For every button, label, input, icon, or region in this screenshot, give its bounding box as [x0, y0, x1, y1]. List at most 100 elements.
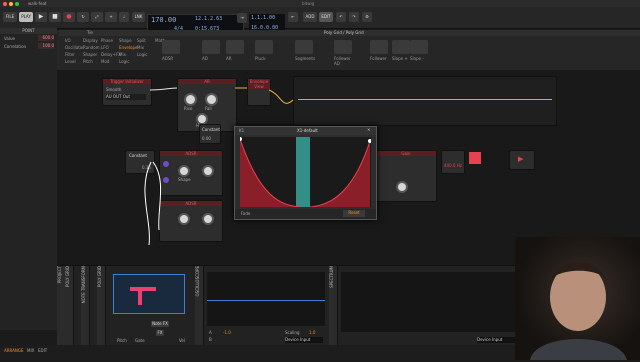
category-mix[interactable]: Mix	[119, 52, 126, 57]
stop-icon[interactable]: ■	[49, 12, 61, 22]
spectrum-display[interactable]	[341, 272, 517, 332]
category-level[interactable]: Level	[65, 59, 76, 64]
overdub-icon[interactable]: +	[105, 12, 117, 22]
minimize-window-icon[interactable]	[9, 1, 13, 6]
note-fx-button[interactable]: Note FX	[151, 321, 169, 327]
category-envelope[interactable]: Envelope	[119, 45, 137, 50]
note-transform-display[interactable]	[113, 274, 185, 314]
main-toolbar: FILE PLAY ▶ ■ ● ↻ ⤢ + ♩ LNK 170.00 4/4 1…	[0, 7, 640, 35]
play-icon[interactable]: ▶	[35, 12, 47, 22]
device-icon	[295, 40, 313, 54]
device-label: AD	[202, 56, 208, 61]
title-bar: walk-feat bitwig	[0, 0, 640, 7]
settings-icon[interactable]: ⚙	[362, 12, 372, 22]
device-follower[interactable]: Follower	[370, 40, 388, 61]
category-display[interactable]: Display	[83, 38, 98, 43]
device-ad[interactable]: AD	[202, 40, 220, 61]
reset-button[interactable]: Reset	[343, 210, 365, 217]
add-button[interactable]: ADD	[303, 12, 317, 22]
device-icon	[255, 40, 273, 54]
envelope-editor-popup[interactable]: K1 X1-default × Fade Reset	[234, 126, 377, 220]
arrange-view-button[interactable]: ARRANGE	[4, 348, 24, 353]
inspector-row-label: Value	[4, 36, 15, 41]
scale-a-value[interactable]: -1.0	[223, 330, 231, 335]
file-button[interactable]: FILE	[3, 12, 17, 22]
close-window-icon[interactable]	[3, 1, 7, 6]
category-delay-fx[interactable]: Delay+FX	[101, 52, 121, 57]
device-pluck[interactable]: Pluck	[255, 40, 273, 61]
record-icon[interactable]: ●	[63, 12, 75, 22]
category-lfo[interactable]: LFO	[101, 45, 109, 50]
category-split[interactable]: Split	[137, 38, 146, 43]
device-ar[interactable]: AR	[226, 40, 244, 61]
category-logic[interactable]: Logic	[119, 59, 129, 64]
spectrum-tab[interactable]: SPECTRUM	[329, 266, 338, 346]
device-adsr[interactable]: ADSR	[162, 40, 180, 61]
inspector-value-field[interactable]: 600.0	[38, 35, 54, 41]
category-random[interactable]: Random	[83, 45, 100, 50]
category-filter[interactable]: Filter	[65, 52, 75, 57]
loop-icon[interactable]: ↻	[77, 12, 89, 22]
cable	[152, 161, 162, 231]
device-icon	[392, 40, 410, 54]
category-shaper[interactable]: Shaper	[83, 52, 97, 57]
zoom-window-icon[interactable]	[15, 1, 19, 6]
project-tab-label: PROJECT	[57, 266, 62, 284]
edit-view-button[interactable]: EDIT	[38, 348, 47, 353]
poly-grid-tab-2[interactable]: POLY GRID	[97, 266, 106, 346]
device-label: Segments	[295, 56, 316, 61]
category-shape[interactable]: Shape	[119, 38, 132, 43]
punch-out-icon[interactable]: ⇤	[288, 12, 298, 22]
channel-a-label: A	[209, 330, 212, 335]
category-mix[interactable]: Mix	[137, 45, 144, 50]
hold-region[interactable]	[296, 137, 310, 207]
browser-tabbar: Tie Poly Grid / Poly Grid	[59, 30, 640, 36]
device-label: AR	[226, 56, 232, 61]
device-slope-[interactable]: Slope -	[410, 40, 428, 61]
device-follower-ad[interactable]: Follower AD	[334, 40, 352, 66]
window-title: walk-feat	[28, 1, 47, 6]
tempo-value[interactable]: 170.00	[151, 16, 176, 24]
popup-mode[interactable]: Fade	[241, 211, 250, 216]
oscilloscope-tab-label: OSCILLOSCOPE	[195, 266, 200, 297]
poly-grid-tab[interactable]: POLY GRID	[65, 266, 74, 346]
undo-icon[interactable]: ↶	[336, 12, 346, 22]
device-icon	[162, 40, 180, 54]
device-slope-[interactable]: Slope +	[392, 40, 410, 61]
category-logic[interactable]: Logic	[137, 52, 147, 57]
inspector-row-label: Correlation	[4, 44, 27, 49]
redo-icon[interactable]: ↷	[349, 12, 359, 22]
category-i-o[interactable]: I/O	[65, 38, 71, 43]
spectrum-input-select[interactable]: Device Input	[477, 337, 515, 343]
position-bars: 12.1.2.63	[195, 16, 223, 22]
metronome-icon[interactable]: ♩	[119, 12, 129, 22]
category-oscillator[interactable]: Oscillator	[65, 45, 84, 50]
tab-poly-grid[interactable]: Poly Grid / Poly Grid	[324, 30, 364, 35]
fx-button[interactable]: FX	[156, 330, 164, 336]
oscilloscope-display[interactable]	[207, 272, 325, 326]
category-mod[interactable]: Mod	[101, 59, 109, 64]
category-pitch[interactable]: Pitch	[83, 59, 93, 64]
play-mode-button[interactable]: PLAY	[19, 12, 33, 22]
inspector-value-field[interactable]: 100.0	[38, 43, 54, 49]
mix-view-button[interactable]: MIX	[27, 348, 34, 353]
edit-button[interactable]: EDIT	[319, 12, 333, 22]
link-button[interactable]: LNK	[132, 12, 145, 22]
tab-tie[interactable]: Tie	[87, 30, 93, 35]
automation-icon[interactable]: ⤢	[91, 12, 103, 22]
popup-close-icon[interactable]: ×	[367, 127, 370, 132]
note-transform-tab[interactable]: NOTE TRANSFORM	[81, 266, 90, 346]
device-segments[interactable]: Segments	[295, 40, 315, 61]
oscilloscope-tab[interactable]: OSCILLOSCOPE	[195, 266, 204, 346]
device-input-select[interactable]: Device Input	[285, 337, 323, 343]
category-phase[interactable]: Phase	[101, 38, 113, 43]
popup-title: K1	[239, 128, 245, 133]
envelope-curve[interactable]	[240, 137, 371, 207]
popup-header: K1 X1-default ×	[235, 127, 376, 135]
popup-preset[interactable]: X1-default	[297, 128, 318, 133]
scale-b-value[interactable]: 1.0	[309, 330, 315, 335]
note-transform-tab-label: NOTE TRANSFORM	[81, 266, 86, 304]
spectrum-tab-label: SPECTRUM	[329, 266, 334, 288]
punch-in-icon[interactable]: ⇥	[237, 13, 247, 23]
device-icon	[410, 40, 428, 54]
